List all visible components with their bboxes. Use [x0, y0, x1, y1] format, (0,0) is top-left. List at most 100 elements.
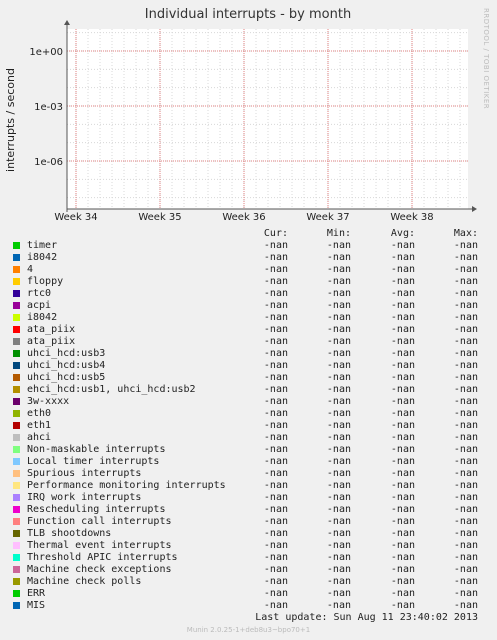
legend-min: -nan	[326, 552, 351, 563]
legend-avg: -nan	[390, 372, 415, 383]
legend-min: -nan	[326, 396, 351, 407]
legend-swatch	[13, 422, 20, 429]
legend-max: -nan	[453, 492, 478, 503]
legend-max: -nan	[453, 444, 478, 455]
legend-min: -nan	[326, 444, 351, 455]
legend-row: Performance monitoring interrupts -nan -na…	[0, 480, 497, 492]
legend-swatch	[13, 554, 20, 561]
legend-row: Thermal event interrupts -nan -nan -nan -nan	[0, 540, 497, 552]
legend-swatch	[13, 542, 20, 549]
legend-avg: -nan	[390, 576, 415, 587]
legend-min: -nan	[326, 240, 351, 251]
legend-min: -nan	[326, 408, 351, 419]
legend-header: Cur: Min: Avg: Max:	[0, 228, 497, 240]
legend-swatch	[13, 506, 20, 513]
legend-series-name: i8042	[27, 312, 58, 323]
legend-min: -nan	[326, 468, 351, 479]
legend-min: -nan	[326, 288, 351, 299]
legend-min: -nan	[326, 480, 351, 491]
legend-row: acpi -nan -nan -nan -nan	[0, 300, 497, 312]
legend-cur: -nan	[263, 312, 288, 323]
chart: Individual interrupts - by month RRDTOOL…	[4, 7, 490, 223]
legend-avg: -nan	[390, 312, 415, 323]
x-tick-label: Week 36	[222, 212, 265, 223]
rrdtool-credit: RRDTOOL / TOBI OETIKER	[482, 8, 490, 109]
legend-swatch	[13, 242, 20, 249]
legend-row: ata_piix -nan -nan -nan -nan	[0, 336, 497, 348]
legend-row: Rescheduling interrupts -nan -nan -nan -nan	[0, 504, 497, 516]
legend-avg: -nan	[390, 552, 415, 563]
legend-series-name: eth0	[27, 408, 52, 419]
legend-cur: -nan	[263, 252, 288, 263]
legend-series-name: IRQ work interrupts	[27, 492, 142, 503]
legend-cur: -nan	[263, 264, 288, 275]
legend-row: ERR -nan -nan -nan -nan	[0, 588, 497, 600]
y-tick-label: 1e-03	[34, 102, 63, 113]
legend-swatch	[13, 518, 20, 525]
legend-min: -nan	[326, 252, 351, 263]
legend-max: -nan	[453, 456, 478, 467]
legend-swatch	[13, 338, 20, 345]
legend-row: uhci_hcd:usb3 -nan -nan -nan -nan	[0, 348, 497, 360]
legend-swatch	[13, 290, 20, 297]
legend-series-name: Threshold APIC interrupts	[27, 552, 178, 563]
legend-row: TLB shootdowns -nan -nan -nan -nan	[0, 528, 497, 540]
legend-cur: -nan	[263, 564, 288, 575]
legend-swatch	[13, 566, 20, 573]
y-tick-label: 1e-06	[34, 157, 63, 168]
legend-series-name: TLB shootdowns	[27, 528, 112, 539]
legend-swatch	[13, 470, 20, 477]
legend-swatch	[13, 350, 20, 357]
y-tick-label: 1e+00	[29, 47, 63, 58]
legend-min: -nan	[326, 600, 351, 611]
legend-series-name: ERR	[27, 588, 46, 599]
legend-series-name: Rescheduling interrupts	[27, 504, 166, 515]
legend-row: ahci -nan -nan -nan -nan	[0, 432, 497, 444]
legend-row: i8042 -nan -nan -nan -nan	[0, 312, 497, 324]
legend-row: uhci_hcd:usb4 -nan -nan -nan -nan	[0, 360, 497, 372]
legend-avg: -nan	[390, 456, 415, 467]
legend-max: -nan	[453, 468, 478, 479]
munin-version-footer: Munin 2.0.25-1+deb8u3~bpo70+1	[186, 626, 311, 634]
legend-cur: -nan	[263, 444, 288, 455]
legend-swatch	[13, 434, 20, 441]
legend-min: -nan	[326, 504, 351, 515]
legend-avg: -nan	[390, 360, 415, 371]
legend-avg: -nan	[390, 480, 415, 491]
legend-cur: -nan	[263, 468, 288, 479]
legend-row: timer -nan -nan -nan -nan	[0, 240, 497, 252]
legend-min: -nan	[326, 348, 351, 359]
legend-cur: -nan	[263, 432, 288, 443]
legend-min: -nan	[326, 540, 351, 551]
legend-max: -nan	[453, 420, 478, 431]
legend-series-name: eth1	[27, 420, 52, 431]
legend-cur: -nan	[263, 540, 288, 551]
legend-cur: -nan	[263, 456, 288, 467]
x-tick-label: Week 37	[306, 212, 349, 223]
legend-avg: -nan	[390, 348, 415, 359]
legend-series-name: Local timer interrupts	[27, 456, 160, 467]
y-axis-arrow	[64, 20, 70, 25]
legend-max: -nan	[453, 600, 478, 611]
legend-min: -nan	[326, 516, 351, 527]
legend: Cur: Min: Avg: Max: timer -nan -nan -nan -na…	[0, 228, 497, 612]
legend-cur: -nan	[263, 480, 288, 491]
legend-cur: -nan	[263, 600, 288, 611]
legend-series-name: ata_piix	[27, 336, 76, 347]
legend-series-name: ata_piix	[27, 324, 76, 335]
legend-swatch	[13, 314, 20, 321]
legend-swatch	[13, 362, 20, 369]
legend-series-name: ehci_hcd:usb1, uhci_hcd:usb2	[27, 384, 196, 395]
legend-cur: -nan	[263, 384, 288, 395]
legend-avg: -nan	[390, 564, 415, 575]
legend-series-name: Machine check polls	[27, 576, 142, 587]
legend-row: uhci_hcd:usb5 -nan -nan -nan -nan	[0, 372, 497, 384]
legend-row: Threshold APIC interrupts -nan -nan -nan -na…	[0, 552, 497, 564]
legend-series-name: uhci_hcd:usb5	[27, 372, 106, 383]
legend-series-name: floppy	[27, 276, 64, 287]
legend-min: -nan	[326, 276, 351, 287]
legend-avg: -nan	[390, 408, 415, 419]
legend-max: -nan	[453, 360, 478, 371]
legend-series-name: 3w-xxxx	[27, 396, 70, 407]
x-tick-label: Week 34	[54, 212, 97, 223]
